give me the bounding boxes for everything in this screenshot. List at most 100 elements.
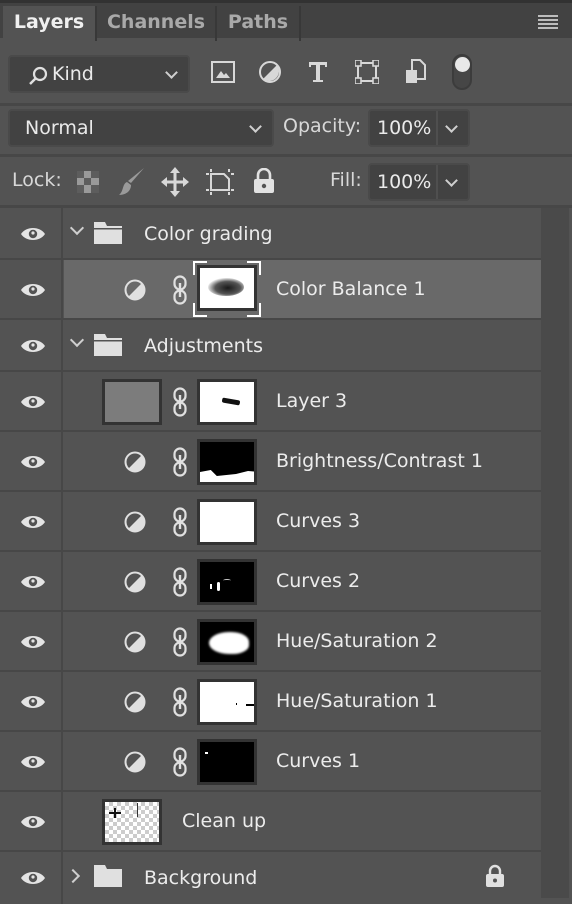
layer-row-brightness-contrast-1[interactable]: Brightness/Contrast 1 bbox=[0, 432, 541, 492]
filter-toggle-switch[interactable] bbox=[452, 54, 472, 90]
blend-mode-select[interactable]: Normal bbox=[8, 109, 274, 147]
layer-row-adjustments[interactable]: Adjustments bbox=[0, 320, 541, 372]
layer-name: Background bbox=[144, 867, 258, 889]
layer-name: Hue/Saturation 1 bbox=[276, 690, 438, 712]
visibility-eye-icon[interactable] bbox=[20, 694, 46, 710]
layer-mask-thumbnail[interactable] bbox=[197, 379, 257, 425]
visibility-eye-icon[interactable] bbox=[20, 454, 46, 470]
divider bbox=[0, 154, 572, 157]
adjustment-layer-icon bbox=[124, 451, 146, 473]
visibility-eye-icon[interactable] bbox=[20, 634, 46, 650]
blend-mode-value: Normal bbox=[25, 117, 94, 139]
layer-name: Color Balance 1 bbox=[276, 278, 426, 300]
visibility-eye-icon[interactable] bbox=[20, 574, 46, 590]
lock-image-pixels-icon[interactable] bbox=[118, 167, 146, 197]
layer-thumbnail[interactable] bbox=[102, 799, 162, 845]
visibility-eye-icon[interactable] bbox=[20, 282, 46, 298]
chevron-down-icon bbox=[165, 66, 178, 79]
fill-label: Fill: bbox=[330, 169, 362, 191]
adjustment-layer-icon bbox=[124, 279, 146, 301]
filter-row: Kind bbox=[0, 38, 572, 105]
adjustment-layer-icon bbox=[124, 631, 146, 653]
layer-name: Brightness/Contrast 1 bbox=[276, 450, 483, 472]
layer-mask-thumbnail[interactable] bbox=[197, 619, 257, 665]
lock-position-icon[interactable] bbox=[161, 167, 189, 197]
panel-tab-bar: Layers Channels Paths bbox=[0, 0, 572, 41]
layer-row-color-balance-1[interactable]: Color Balance 1 bbox=[0, 260, 541, 320]
filter-kind-select[interactable]: Kind bbox=[8, 55, 190, 93]
layer-mask-thumbnail[interactable] bbox=[197, 739, 257, 785]
layer-mask-thumbnail[interactable] bbox=[197, 265, 257, 311]
type-filter-icon[interactable] bbox=[307, 60, 329, 84]
mask-link-icon[interactable] bbox=[173, 627, 187, 657]
search-icon bbox=[29, 66, 48, 85]
folder-icon bbox=[94, 222, 122, 244]
adjustment-layer-icon bbox=[124, 511, 146, 533]
mask-link-icon[interactable] bbox=[173, 687, 187, 717]
fill-value[interactable]: 100% bbox=[377, 171, 431, 193]
group-expand-chevron-icon[interactable] bbox=[69, 220, 85, 236]
mask-link-icon[interactable] bbox=[173, 447, 187, 477]
adjustment-filter-icon[interactable] bbox=[258, 60, 282, 84]
mask-link-icon[interactable] bbox=[173, 507, 187, 537]
mask-link-icon[interactable] bbox=[173, 387, 187, 417]
visibility-eye-icon[interactable] bbox=[20, 394, 46, 410]
group-expand-chevron-icon[interactable] bbox=[69, 332, 85, 348]
layer-lock-icon bbox=[486, 864, 504, 887]
filter-kind-label: Kind bbox=[52, 63, 94, 85]
mask-link-icon[interactable] bbox=[173, 747, 187, 777]
layers-scrollbar[interactable] bbox=[541, 208, 569, 898]
shape-filter-icon[interactable] bbox=[355, 60, 379, 84]
tab-layers[interactable]: Layers bbox=[3, 6, 97, 41]
layer-row-hue-saturation-2[interactable]: Hue/Saturation 2 bbox=[0, 612, 541, 672]
layer-row-layer-3[interactable]: Layer 3 bbox=[0, 372, 541, 432]
tab-paths[interactable]: Paths bbox=[217, 6, 301, 41]
layer-mask-thumbnail[interactable] bbox=[197, 679, 257, 725]
fill-field[interactable]: 100% bbox=[368, 163, 470, 201]
layer-name: Curves 1 bbox=[276, 750, 361, 772]
visibility-eye-icon[interactable] bbox=[20, 514, 46, 530]
adjustment-layer-icon bbox=[124, 691, 146, 713]
layer-thumbnail[interactable] bbox=[102, 379, 162, 425]
layer-row-curves-3[interactable]: Curves 3 bbox=[0, 492, 541, 552]
visibility-eye-icon[interactable] bbox=[20, 226, 46, 242]
opacity-label: Opacity: bbox=[283, 115, 362, 137]
lock-all-icon[interactable] bbox=[253, 168, 275, 194]
mask-link-icon[interactable] bbox=[173, 567, 187, 597]
smart-object-filter-icon[interactable] bbox=[405, 59, 427, 85]
opacity-chevron-icon[interactable] bbox=[445, 120, 458, 133]
panel-menu-icon[interactable] bbox=[538, 15, 558, 29]
layer-row-curves-2[interactable]: Curves 2 bbox=[0, 552, 541, 612]
image-filter-icon[interactable] bbox=[211, 61, 235, 83]
opacity-value[interactable]: 100% bbox=[377, 117, 431, 139]
layer-mask-thumbnail[interactable] bbox=[197, 559, 257, 605]
tab-channels[interactable]: Channels bbox=[97, 6, 217, 41]
adjustment-layer-icon bbox=[124, 751, 146, 773]
layer-name: Curves 3 bbox=[276, 510, 361, 532]
layer-mask-thumbnail[interactable] bbox=[197, 439, 257, 485]
mask-link-icon[interactable] bbox=[173, 275, 187, 305]
lock-artboards-icon[interactable] bbox=[206, 169, 234, 195]
layer-row-curves-1[interactable]: Curves 1 bbox=[0, 732, 541, 792]
folder-icon bbox=[94, 865, 122, 887]
layer-mask-thumbnail[interactable] bbox=[197, 499, 257, 545]
layer-row-background[interactable]: Background bbox=[0, 852, 541, 904]
visibility-eye-icon[interactable] bbox=[20, 338, 46, 354]
layer-row-color-grading[interactable]: Color grading bbox=[0, 208, 541, 260]
group-collapsed-chevron-icon[interactable] bbox=[65, 868, 81, 884]
chevron-down-icon bbox=[249, 120, 262, 133]
layer-name: Curves 2 bbox=[276, 570, 361, 592]
lock-label: Lock: bbox=[12, 169, 62, 191]
layer-name: Layer 3 bbox=[276, 390, 348, 412]
visibility-eye-icon[interactable] bbox=[20, 754, 46, 770]
layer-row-hue-saturation-1[interactable]: Hue/Saturation 1 bbox=[0, 672, 541, 732]
opacity-field[interactable]: 100% bbox=[368, 109, 470, 147]
lock-transparent-pixels-icon[interactable] bbox=[77, 171, 99, 193]
layer-row-clean-up[interactable]: Clean up bbox=[0, 792, 541, 852]
visibility-eye-icon[interactable] bbox=[20, 870, 46, 886]
adjustment-layer-icon bbox=[124, 571, 146, 593]
layer-name: Clean up bbox=[182, 810, 267, 832]
fill-chevron-icon[interactable] bbox=[445, 174, 458, 187]
layer-name: Color grading bbox=[144, 223, 273, 245]
visibility-eye-icon[interactable] bbox=[20, 814, 46, 830]
